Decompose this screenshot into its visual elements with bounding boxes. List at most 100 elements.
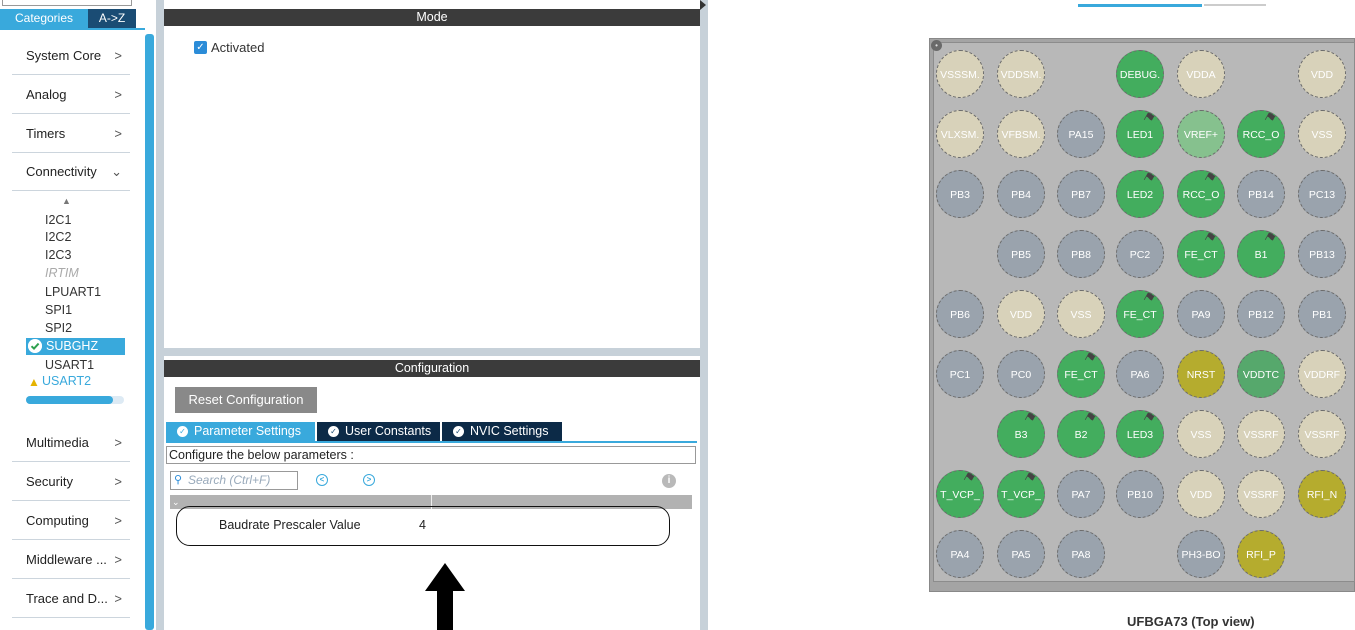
pin-label: VDDA: [1186, 69, 1216, 81]
pin-b2[interactable]: B2 ⚑: [1057, 410, 1105, 458]
pin-led1[interactable]: LED1 ⚑: [1116, 110, 1164, 158]
pin-label: PB13: [1309, 249, 1335, 261]
pin-vdd[interactable]: VDD: [997, 290, 1045, 338]
pushpin-icon: ⚑: [1139, 410, 1159, 428]
pin-label: NRST: [1186, 369, 1216, 381]
pin-pb13[interactable]: PB13: [1298, 230, 1346, 278]
pin-pa4[interactable]: PA4: [936, 530, 984, 578]
pin-rfi-p[interactable]: RFI_P: [1237, 530, 1285, 578]
pin-pb8[interactable]: PB8: [1057, 230, 1105, 278]
pushpin-icon: ⚑: [1139, 290, 1159, 308]
pushpin-icon: ⚑: [1200, 170, 1220, 188]
pin-label: VDDRF: [1303, 369, 1341, 381]
pin-vddtc[interactable]: VDDTC: [1237, 350, 1285, 398]
pin-vsssm[interactable]: VSSSM.: [936, 50, 984, 98]
pin-vdd[interactable]: VDD: [1298, 50, 1346, 98]
pin-label: RCC_O: [1182, 189, 1220, 201]
pin-vref[interactable]: VREF+: [1177, 110, 1225, 158]
pin-pb5[interactable]: PB5: [997, 230, 1045, 278]
pin-pc13[interactable]: PC13: [1298, 170, 1346, 218]
pin-t-vcp[interactable]: T_VCP_ ⚑: [936, 470, 984, 518]
pin-label: VDD: [1009, 309, 1033, 321]
pin-fe-ct[interactable]: FE_CT ⚑: [1177, 230, 1225, 278]
pin-label: PB5: [1011, 249, 1031, 261]
pin-label: FE_CT: [1123, 309, 1157, 321]
pin-rfi-n[interactable]: RFI_N: [1298, 470, 1346, 518]
pushpin-icon: ⚑: [1020, 410, 1040, 428]
pin-pb1[interactable]: PB1: [1298, 290, 1346, 338]
pin-vss[interactable]: VSS: [1057, 290, 1105, 338]
pin-label: VDDSM.: [1000, 69, 1042, 81]
pin-led2[interactable]: LED2 ⚑: [1116, 170, 1164, 218]
pushpin-icon: ⚑: [1260, 110, 1280, 128]
pin-label: PB14: [1248, 189, 1274, 201]
pin-label: VSS: [1070, 309, 1092, 321]
pin-fe-ct[interactable]: FE_CT ⚑: [1057, 350, 1105, 398]
pin-vssrf[interactable]: VSSRF: [1298, 410, 1346, 458]
pin-vddsm[interactable]: VDDSM.: [997, 50, 1045, 98]
pin-t-vcp[interactable]: T_VCP_ ⚑: [997, 470, 1045, 518]
pushpin-icon: ⚑: [1260, 230, 1280, 248]
pin-vssrf[interactable]: VSSRF: [1237, 410, 1285, 458]
pin-vddrf[interactable]: VDDRF: [1298, 350, 1346, 398]
pin-pb10[interactable]: PB10: [1116, 470, 1164, 518]
pin-pb14[interactable]: PB14: [1237, 170, 1285, 218]
pin-label: PA15: [1068, 129, 1094, 141]
pin-pb4[interactable]: PB4: [997, 170, 1045, 218]
pin-label: VSSRF: [1243, 489, 1279, 501]
pushpin-icon: ⚑: [1080, 410, 1100, 428]
pin-vfbsm[interactable]: VFBSM.: [997, 110, 1045, 158]
pin-label: PC0: [1010, 369, 1032, 381]
pin-vssrf[interactable]: VSSRF: [1237, 470, 1285, 518]
pin-debug[interactable]: DEBUG.: [1116, 50, 1164, 98]
pin-pa6[interactable]: PA6: [1116, 350, 1164, 398]
pin-pa5[interactable]: PA5: [997, 530, 1045, 578]
pin-label: PA9: [1191, 309, 1211, 321]
pin-rcc-o[interactable]: RCC_O ⚑: [1237, 110, 1285, 158]
pin-pb3[interactable]: PB3: [936, 170, 984, 218]
pin-pa9[interactable]: PA9: [1177, 290, 1225, 338]
pin-led3[interactable]: LED3 ⚑: [1116, 410, 1164, 458]
pin-pc1[interactable]: PC1: [936, 350, 984, 398]
pushpin-icon: ⚑: [1139, 110, 1159, 128]
pin-label: T_VCP_: [1001, 489, 1041, 501]
pin-label: PB1: [1312, 309, 1332, 321]
pin-label: FE_CT: [1064, 369, 1098, 381]
pin-label: VDD: [1189, 489, 1213, 501]
pin-label: PA8: [1071, 549, 1091, 561]
pin-pb12[interactable]: PB12: [1237, 290, 1285, 338]
pin-label: VFBSM.: [1001, 129, 1041, 141]
pushpin-icon: ⚑: [1080, 350, 1100, 368]
pin-label: PB3: [950, 189, 970, 201]
pin-label: RFI_P: [1246, 549, 1276, 561]
pin-vlxsm[interactable]: VLXSM.: [936, 110, 984, 158]
package-label: UFBGA73 (Top view): [1127, 614, 1255, 629]
pin-label: B2: [1074, 429, 1088, 441]
pin-label: PA7: [1071, 489, 1091, 501]
pin-vss[interactable]: VSS: [1177, 410, 1225, 458]
pin-vdda[interactable]: VDDA: [1177, 50, 1225, 98]
pin-pc0[interactable]: PC0: [997, 350, 1045, 398]
pin-fe-ct[interactable]: FE_CT ⚑: [1116, 290, 1164, 338]
pin-b3[interactable]: B3 ⚑: [997, 410, 1045, 458]
pin-ph3-bo[interactable]: PH3-BO: [1177, 530, 1225, 578]
pushpin-icon: ⚑: [1200, 230, 1220, 248]
pin-label: FE_CT: [1184, 249, 1218, 261]
pin-pa7[interactable]: PA7: [1057, 470, 1105, 518]
pin-pa15[interactable]: PA15: [1057, 110, 1105, 158]
pin-label: LED1: [1126, 129, 1154, 141]
pin-pa8[interactable]: PA8: [1057, 530, 1105, 578]
pin-pb6[interactable]: PB6: [936, 290, 984, 338]
pin-pc2[interactable]: PC2: [1116, 230, 1164, 278]
pushpin-icon: ⚑: [1020, 470, 1040, 488]
pin-nrst[interactable]: NRST: [1177, 350, 1225, 398]
pin-b1[interactable]: B1 ⚑: [1237, 230, 1285, 278]
pin-label: VLXSM.: [940, 129, 980, 141]
pin-label: PB10: [1127, 489, 1153, 501]
pin-label: PC2: [1129, 249, 1151, 261]
pin-pb7[interactable]: PB7: [1057, 170, 1105, 218]
pin-vdd[interactable]: VDD: [1177, 470, 1225, 518]
pin-vss[interactable]: VSS: [1298, 110, 1346, 158]
pin-label: VSSRF: [1243, 429, 1279, 441]
pin-rcc-o[interactable]: RCC_O ⚑: [1177, 170, 1225, 218]
